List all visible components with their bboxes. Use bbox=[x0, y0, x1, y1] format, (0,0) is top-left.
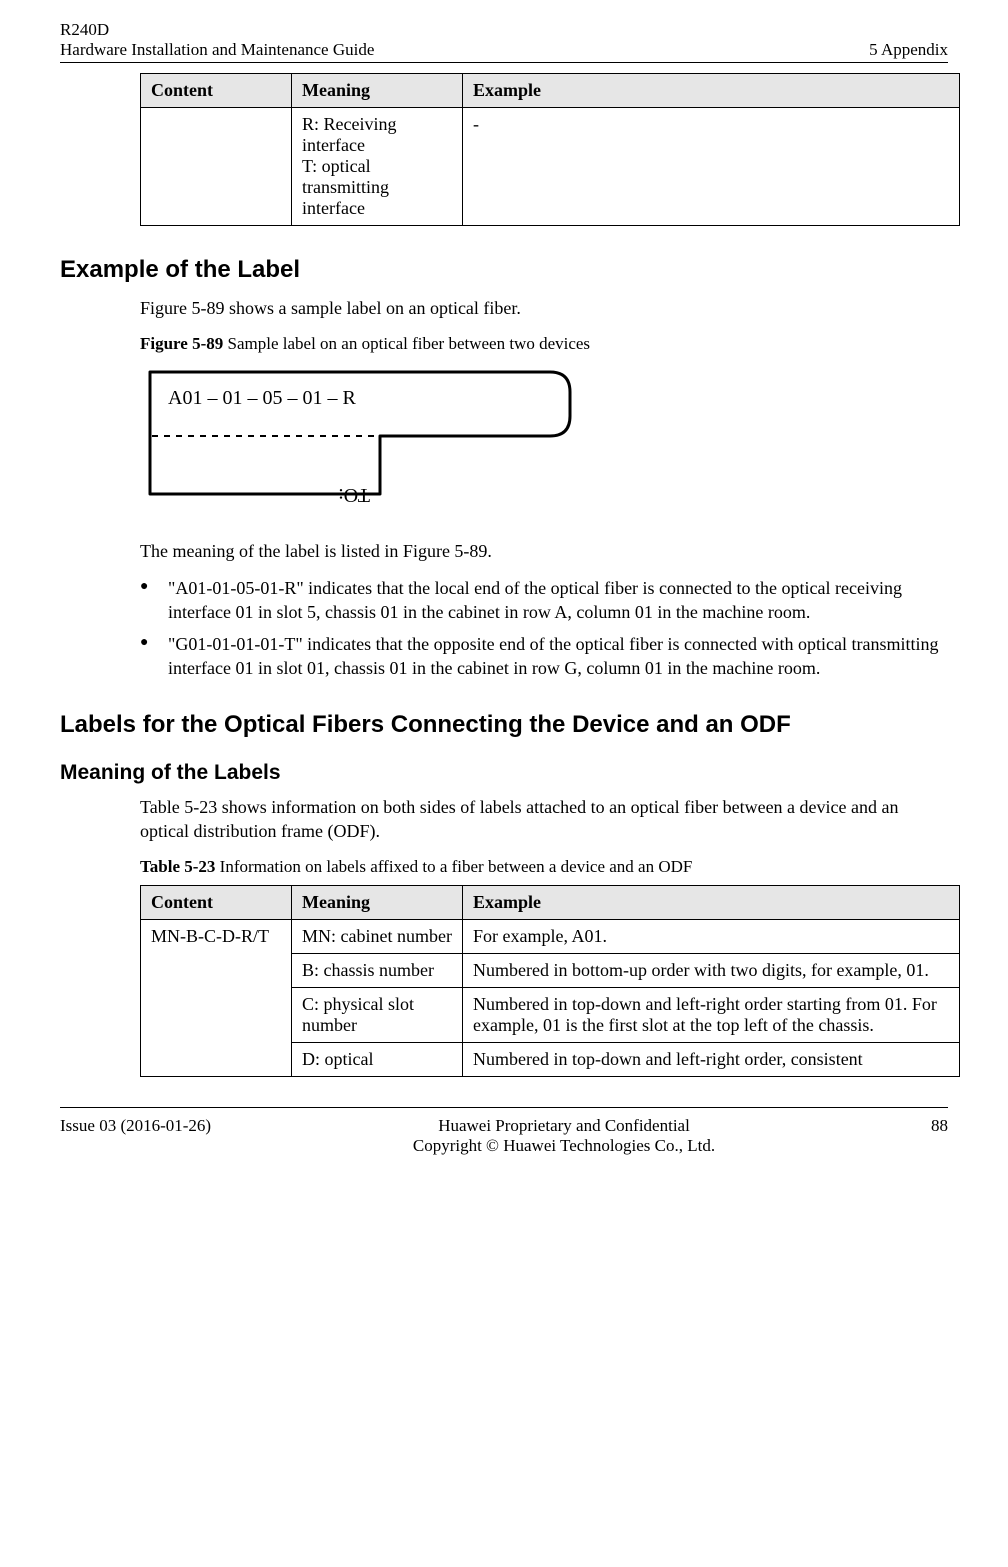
section-heading-example: Example of the Label bbox=[60, 256, 948, 284]
td-meaning: B: chassis number bbox=[292, 954, 463, 988]
label-svg: A01 – 01 – 05 – 01 – R TO: G01 – 01 – 01… bbox=[140, 364, 580, 504]
paragraph-intro: Figure 5-89 shows a sample label on an o… bbox=[140, 296, 948, 320]
td-meaning: D: optical bbox=[292, 1043, 463, 1077]
label-bottom-text: TO: bbox=[338, 484, 370, 504]
table-row: R: Receiving interface T: optical transm… bbox=[141, 108, 960, 226]
paragraph-odf-intro: Table 5-23 shows information on both sid… bbox=[140, 795, 948, 844]
td-example: For example, A01. bbox=[463, 920, 960, 954]
th-meaning: Meaning bbox=[292, 74, 463, 108]
page-header: R240D Hardware Installation and Maintena… bbox=[60, 20, 948, 63]
table-2: Content Meaning Example MN-B-C-D-R/T MN:… bbox=[140, 885, 960, 1077]
td-example: Numbered in bottom-up order with two dig… bbox=[463, 954, 960, 988]
footer-copyright: Copyright © Huawei Technologies Co., Ltd… bbox=[260, 1136, 868, 1156]
paragraph-meaning-intro: The meaning of the label is listed in Fi… bbox=[140, 539, 948, 563]
th-example: Example bbox=[463, 74, 960, 108]
page-footer: Issue 03 (2016-01-26) Huawei Proprietary… bbox=[60, 1107, 948, 1156]
th-content: Content bbox=[141, 886, 292, 920]
figure-caption-number: Figure 5-89 bbox=[140, 334, 223, 353]
footer-page-number: 88 bbox=[868, 1116, 948, 1136]
table-caption-text: Information on labels affixed to a fiber… bbox=[215, 857, 692, 876]
list-item: "A01-01-05-01-R" indicates that the loca… bbox=[140, 576, 948, 625]
label-top-text: A01 – 01 – 05 – 01 – R bbox=[168, 387, 356, 409]
table-header-row: Content Meaning Example bbox=[141, 74, 960, 108]
footer-proprietary: Huawei Proprietary and Confidential bbox=[260, 1116, 868, 1136]
table-header-row: Content Meaning Example bbox=[141, 886, 960, 920]
figure-caption: Figure 5-89 Sample label on an optical f… bbox=[140, 334, 948, 354]
td-meaning: C: physical slot number bbox=[292, 988, 463, 1043]
td-example: - bbox=[463, 108, 960, 226]
header-product: R240D bbox=[60, 20, 374, 40]
td-content bbox=[141, 108, 292, 226]
table-row: MN-B-C-D-R/T MN: cabinet number For exam… bbox=[141, 920, 960, 954]
label-to-prefix: TO: bbox=[338, 484, 370, 504]
td-meaning: R: Receiving interface T: optical transm… bbox=[292, 108, 463, 226]
figure-caption-text: Sample label on an optical fiber between… bbox=[223, 334, 590, 353]
header-title: Hardware Installation and Maintenance Gu… bbox=[60, 40, 374, 60]
header-chapter: 5 Appendix bbox=[869, 40, 948, 60]
table-1: Content Meaning Example R: Receiving int… bbox=[140, 73, 960, 226]
td-content: MN-B-C-D-R/T bbox=[141, 920, 292, 1077]
figure-label-sample: A01 – 01 – 05 – 01 – R TO: G01 – 01 – 01… bbox=[140, 364, 948, 509]
bullet-list: "A01-01-05-01-R" indicates that the loca… bbox=[140, 576, 948, 681]
td-meaning: MN: cabinet number bbox=[292, 920, 463, 954]
th-example: Example bbox=[463, 886, 960, 920]
td-example: Numbered in top-down and left-right orde… bbox=[463, 1043, 960, 1077]
td-example: Numbered in top-down and left-right orde… bbox=[463, 988, 960, 1043]
footer-issue: Issue 03 (2016-01-26) bbox=[60, 1116, 260, 1136]
section-heading-odf: Labels for the Optical Fibers Connecting… bbox=[60, 711, 948, 739]
subsection-heading-meaning: Meaning of the Labels bbox=[60, 761, 948, 785]
table-caption-number: Table 5-23 bbox=[140, 857, 215, 876]
table-caption: Table 5-23 Information on labels affixed… bbox=[140, 857, 948, 877]
th-meaning: Meaning bbox=[292, 886, 463, 920]
th-content: Content bbox=[141, 74, 292, 108]
list-item: "G01-01-01-01-T" indicates that the oppo… bbox=[140, 632, 948, 681]
